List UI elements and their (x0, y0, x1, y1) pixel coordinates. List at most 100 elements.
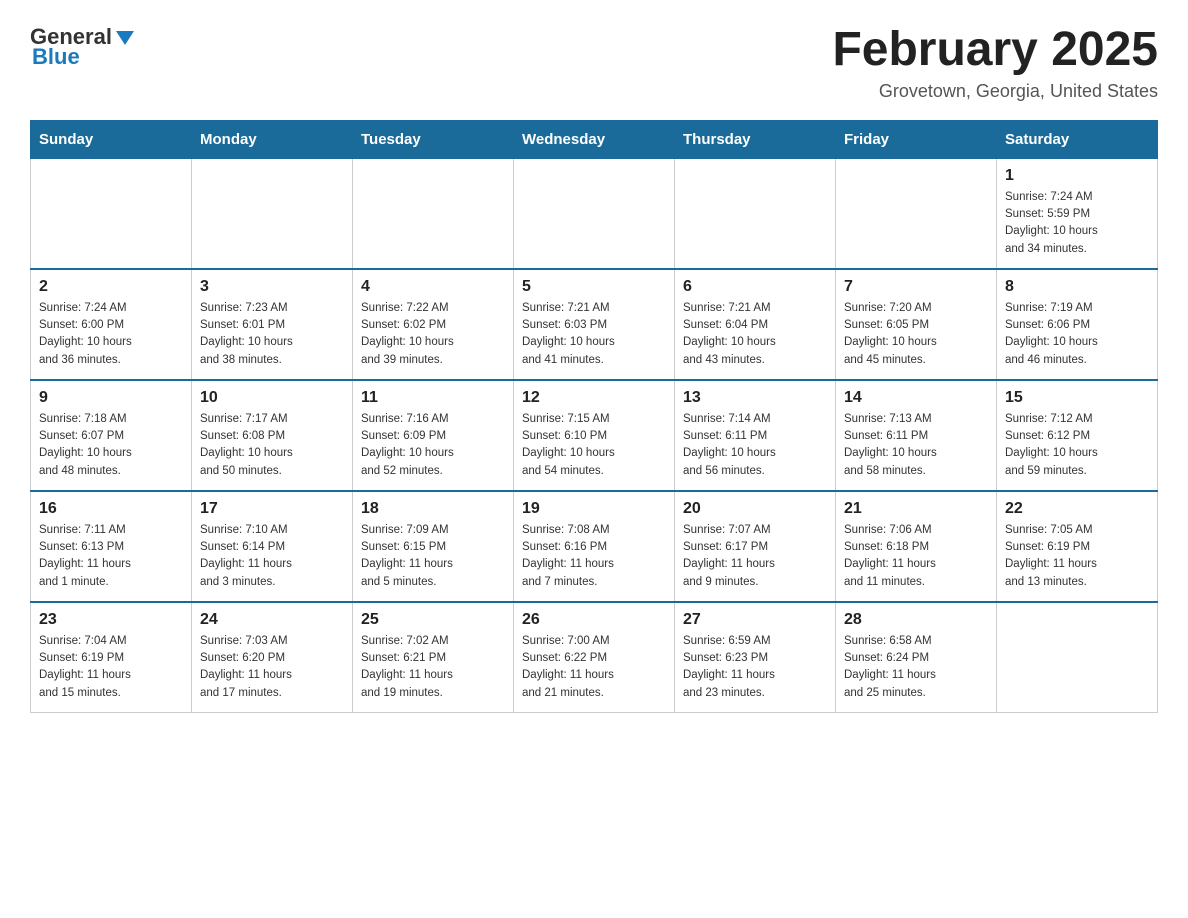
day-info: Sunrise: 7:10 AMSunset: 6:14 PMDaylight:… (200, 522, 344, 591)
day-number: 23 (39, 611, 183, 629)
calendar-cell: 2 Sunrise: 7:24 AMSunset: 6:00 PMDaylight… (31, 269, 192, 380)
calendar-cell: 5 Sunrise: 7:21 AMSunset: 6:03 PMDaylight… (514, 269, 675, 380)
day-info: Sunrise: 7:20 AMSunset: 6:05 PMDaylight:… (844, 300, 988, 369)
day-info: Sunrise: 7:00 AMSunset: 6:22 PMDaylight:… (522, 633, 666, 702)
calendar-cell: 17 Sunrise: 7:10 AMSunset: 6:14 PMDayligh… (192, 491, 353, 602)
logo: General Blue (30, 24, 136, 70)
calendar-week-row: 16 Sunrise: 7:11 AMSunset: 6:13 PMDayligh… (31, 491, 1158, 602)
day-header-tuesday: Tuesday (353, 120, 514, 158)
calendar-cell: 4 Sunrise: 7:22 AMSunset: 6:02 PMDaylight… (353, 269, 514, 380)
calendar-cell: 22 Sunrise: 7:05 AMSunset: 6:19 PMDayligh… (997, 491, 1158, 602)
calendar-table: SundayMondayTuesdayWednesdayThursdayFrid… (30, 120, 1158, 713)
day-info: Sunrise: 7:04 AMSunset: 6:19 PMDaylight:… (39, 633, 183, 702)
day-header-wednesday: Wednesday (514, 120, 675, 158)
calendar-cell (514, 158, 675, 269)
day-number: 25 (361, 611, 505, 629)
calendar-cell (836, 158, 997, 269)
calendar-cell: 19Sunrise: 7:08 AMSunset: 6:16 PMDayligh… (514, 491, 675, 602)
calendar-week-row: 2 Sunrise: 7:24 AMSunset: 6:00 PMDaylight… (31, 269, 1158, 380)
day-info: Sunrise: 7:06 AMSunset: 6:18 PMDaylight:… (844, 522, 988, 591)
logo-blue-text: Blue (32, 44, 80, 70)
day-number: 11 (361, 389, 505, 407)
calendar-cell: 21 Sunrise: 7:06 AMSunset: 6:18 PMDayligh… (836, 491, 997, 602)
day-header-monday: Monday (192, 120, 353, 158)
day-number: 15 (1005, 389, 1149, 407)
calendar-cell: 14Sunrise: 7:13 AMSunset: 6:11 PMDayligh… (836, 380, 997, 491)
calendar-cell: 9 Sunrise: 7:18 AMSunset: 6:07 PMDaylight… (31, 380, 192, 491)
day-number: 20 (683, 500, 827, 518)
calendar-cell: 8 Sunrise: 7:19 AMSunset: 6:06 PMDaylight… (997, 269, 1158, 380)
day-number: 9 (39, 389, 183, 407)
day-number: 13 (683, 389, 827, 407)
day-info: Sunrise: 7:02 AMSunset: 6:21 PMDaylight:… (361, 633, 505, 702)
day-info: Sunrise: 7:18 AMSunset: 6:07 PMDaylight:… (39, 411, 183, 480)
day-info: Sunrise: 7:21 AMSunset: 6:04 PMDaylight:… (683, 300, 827, 369)
day-number: 21 (844, 500, 988, 518)
calendar-week-row: 9 Sunrise: 7:18 AMSunset: 6:07 PMDaylight… (31, 380, 1158, 491)
day-number: 8 (1005, 278, 1149, 296)
calendar-cell: 16 Sunrise: 7:11 AMSunset: 6:13 PMDayligh… (31, 491, 192, 602)
day-header-saturday: Saturday (997, 120, 1158, 158)
day-info: Sunrise: 7:22 AMSunset: 6:02 PMDaylight:… (361, 300, 505, 369)
day-info: Sunrise: 7:05 AMSunset: 6:19 PMDaylight:… (1005, 522, 1149, 591)
calendar-cell: 6 Sunrise: 7:21 AMSunset: 6:04 PMDaylight… (675, 269, 836, 380)
day-number: 22 (1005, 500, 1149, 518)
day-info: Sunrise: 7:24 AMSunset: 6:00 PMDaylight:… (39, 300, 183, 369)
day-number: 1 (1005, 167, 1149, 185)
calendar-cell: 25 Sunrise: 7:02 AMSunset: 6:21 PMDayligh… (353, 602, 514, 713)
day-number: 3 (200, 278, 344, 296)
calendar-cell (31, 158, 192, 269)
calendar-cell: 13 Sunrise: 7:14 AMSunset: 6:11 PMDayligh… (675, 380, 836, 491)
day-number: 19 (522, 500, 666, 518)
calendar-cell (353, 158, 514, 269)
calendar-cell: 7 Sunrise: 7:20 AMSunset: 6:05 PMDaylight… (836, 269, 997, 380)
day-number: 17 (200, 500, 344, 518)
day-number: 18 (361, 500, 505, 518)
day-info: Sunrise: 7:11 AMSunset: 6:13 PMDaylight:… (39, 522, 183, 591)
day-info: Sunrise: 7:19 AMSunset: 6:06 PMDaylight:… (1005, 300, 1149, 369)
calendar-cell: 18Sunrise: 7:09 AMSunset: 6:15 PMDayligh… (353, 491, 514, 602)
calendar-cell: 3 Sunrise: 7:23 AMSunset: 6:01 PMDaylight… (192, 269, 353, 380)
day-info: Sunrise: 7:17 AMSunset: 6:08 PMDaylight:… (200, 411, 344, 480)
day-info: Sunrise: 7:14 AMSunset: 6:11 PMDaylight:… (683, 411, 827, 480)
calendar-week-row: 23 Sunrise: 7:04 AMSunset: 6:19 PMDayligh… (31, 602, 1158, 713)
logo-arrow-icon (114, 27, 136, 49)
day-number: 4 (361, 278, 505, 296)
calendar-cell (675, 158, 836, 269)
day-number: 28 (844, 611, 988, 629)
day-number: 6 (683, 278, 827, 296)
calendar-cell: 12 Sunrise: 7:15 AMSunset: 6:10 PMDayligh… (514, 380, 675, 491)
calendar-cell: 23 Sunrise: 7:04 AMSunset: 6:19 PMDayligh… (31, 602, 192, 713)
location-subtitle: Grovetown, Georgia, United States (832, 81, 1158, 102)
day-info: Sunrise: 7:07 AMSunset: 6:17 PMDaylight:… (683, 522, 827, 591)
calendar-cell: 11 Sunrise: 7:16 AMSunset: 6:09 PMDayligh… (353, 380, 514, 491)
day-header-friday: Friday (836, 120, 997, 158)
day-number: 12 (522, 389, 666, 407)
day-info: Sunrise: 7:21 AMSunset: 6:03 PMDaylight:… (522, 300, 666, 369)
calendar-header-row: SundayMondayTuesdayWednesdayThursdayFrid… (31, 120, 1158, 158)
calendar-cell: 27 Sunrise: 6:59 AMSunset: 6:23 PMDayligh… (675, 602, 836, 713)
day-number: 27 (683, 611, 827, 629)
day-number: 26 (522, 611, 666, 629)
day-info: Sunrise: 7:23 AMSunset: 6:01 PMDaylight:… (200, 300, 344, 369)
day-number: 5 (522, 278, 666, 296)
calendar-cell: 24 Sunrise: 7:03 AMSunset: 6:20 PMDayligh… (192, 602, 353, 713)
day-info: Sunrise: 7:15 AMSunset: 6:10 PMDaylight:… (522, 411, 666, 480)
calendar-cell: 28 Sunrise: 6:58 AMSunset: 6:24 PMDayligh… (836, 602, 997, 713)
day-number: 7 (844, 278, 988, 296)
day-number: 16 (39, 500, 183, 518)
month-title: February 2025 (832, 24, 1158, 77)
title-block: February 2025 Grovetown, Georgia, United… (832, 24, 1158, 102)
day-number: 2 (39, 278, 183, 296)
calendar-cell: 26 Sunrise: 7:00 AMSunset: 6:22 PMDayligh… (514, 602, 675, 713)
day-info: Sunrise: 6:59 AMSunset: 6:23 PMDaylight:… (683, 633, 827, 702)
calendar-cell: 10Sunrise: 7:17 AMSunset: 6:08 PMDayligh… (192, 380, 353, 491)
day-number: 14 (844, 389, 988, 407)
day-header-thursday: Thursday (675, 120, 836, 158)
day-info: Sunrise: 7:03 AMSunset: 6:20 PMDaylight:… (200, 633, 344, 702)
day-info: Sunrise: 7:16 AMSunset: 6:09 PMDaylight:… (361, 411, 505, 480)
day-number: 24 (200, 611, 344, 629)
day-info: Sunrise: 7:24 AMSunset: 5:59 PMDaylight:… (1005, 189, 1149, 258)
day-info: Sunrise: 6:58 AMSunset: 6:24 PMDaylight:… (844, 633, 988, 702)
day-header-sunday: Sunday (31, 120, 192, 158)
